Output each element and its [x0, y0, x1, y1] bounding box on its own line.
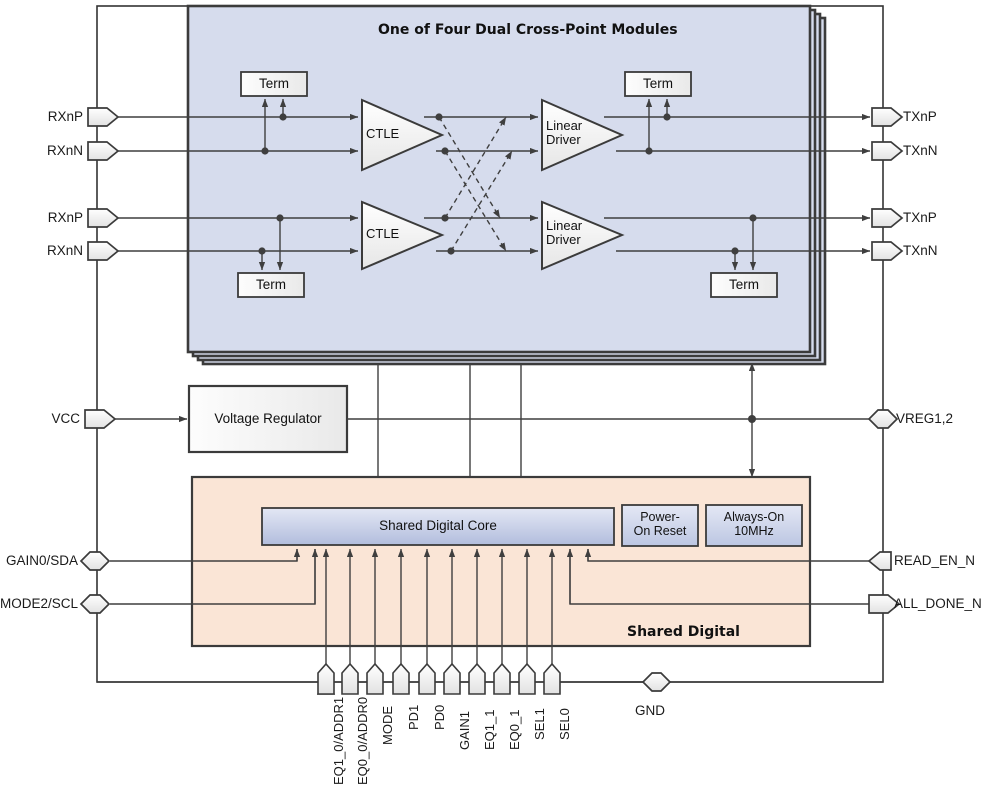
pin-label-pd1: PD1 — [406, 704, 421, 730]
pin-txnn-2 — [871, 241, 904, 261]
pin-label-eq0-1: EQ0_1 — [507, 709, 522, 750]
module-title: One of Four Dual Cross-Point Modules — [378, 22, 678, 38]
pin-label-rxnp-1: RXnP — [47, 109, 83, 124]
term-label-rx-upper: Term — [259, 76, 289, 91]
voltage-regulator-label: Voltage Regulator — [214, 411, 322, 426]
cross-point-module — [186, 4, 812, 354]
pin-label-gnd: GND — [635, 703, 665, 718]
term-label-tx-lower: Term — [729, 277, 759, 292]
pin-label-sel0: SEL0 — [557, 708, 572, 740]
linear-driver-label-lower: Linear Driver — [546, 218, 583, 248]
term-label-tx-upper: Term — [643, 76, 673, 91]
pin-label-gain1: GAIN1 — [457, 710, 472, 750]
shared-digital-title: Shared Digital — [627, 624, 740, 640]
pin-label-txnp-1: TXnP — [903, 109, 937, 124]
pin-label-mode: MODE — [380, 706, 395, 745]
pin-label-rxnn-1: RXnN — [46, 143, 83, 158]
pin-label-sel1: SEL1 — [532, 708, 547, 740]
pin-label-vreg12: VREG1,2 — [896, 411, 954, 426]
ctle-label-lower: CTLE — [366, 226, 400, 241]
pin-label-txnn-2: TXnN — [903, 243, 938, 258]
term-label-rx-lower: Term — [256, 277, 286, 292]
pin-label-eq1-1: EQ1_1 — [482, 709, 497, 750]
always-on-label: Always-On 10MHz — [723, 510, 785, 539]
pin-txnp-2 — [871, 208, 904, 228]
shared-digital-core-label: Shared Digital Core — [379, 518, 497, 533]
pin-label-txnn-1: TXnN — [903, 143, 938, 158]
pin-label-txnp-2: TXnP — [903, 210, 937, 225]
power-on-reset-label: Power- On Reset — [633, 510, 687, 539]
pin-label-read-en-n: READ_EN_N — [894, 553, 976, 568]
pin-label-eq0-0-addr0: EQ0_0/ADDR0 — [355, 696, 370, 785]
pin-label-eq1-0-addr1: EQ1_0/ADDR1 — [331, 696, 346, 785]
pin-label-mode2-scl: MODE2/SCL — [0, 596, 79, 611]
pin-label-gain0-sda: GAIN0/SDA — [5, 553, 78, 568]
linear-driver-label-upper: Linear Driver — [546, 118, 583, 148]
ctle-label-upper: CTLE — [366, 126, 400, 141]
pin-label-all-done-n: ALL_DONE_N — [894, 596, 982, 611]
pin-label-vcc: VCC — [51, 411, 80, 426]
pin-txnn-1 — [871, 141, 904, 161]
pin-txnp-1 — [871, 107, 904, 127]
pin-label-rxnn-2: RXnN — [46, 243, 83, 258]
diagram-svg — [79, 4, 904, 695]
pin-label-pd0: PD0 — [432, 704, 447, 730]
pin-label-rxnp-2: RXnP — [47, 210, 83, 225]
block-diagram-canvas: One of Four Dual Cross-Point Modules Sha… — [0, 0, 986, 793]
